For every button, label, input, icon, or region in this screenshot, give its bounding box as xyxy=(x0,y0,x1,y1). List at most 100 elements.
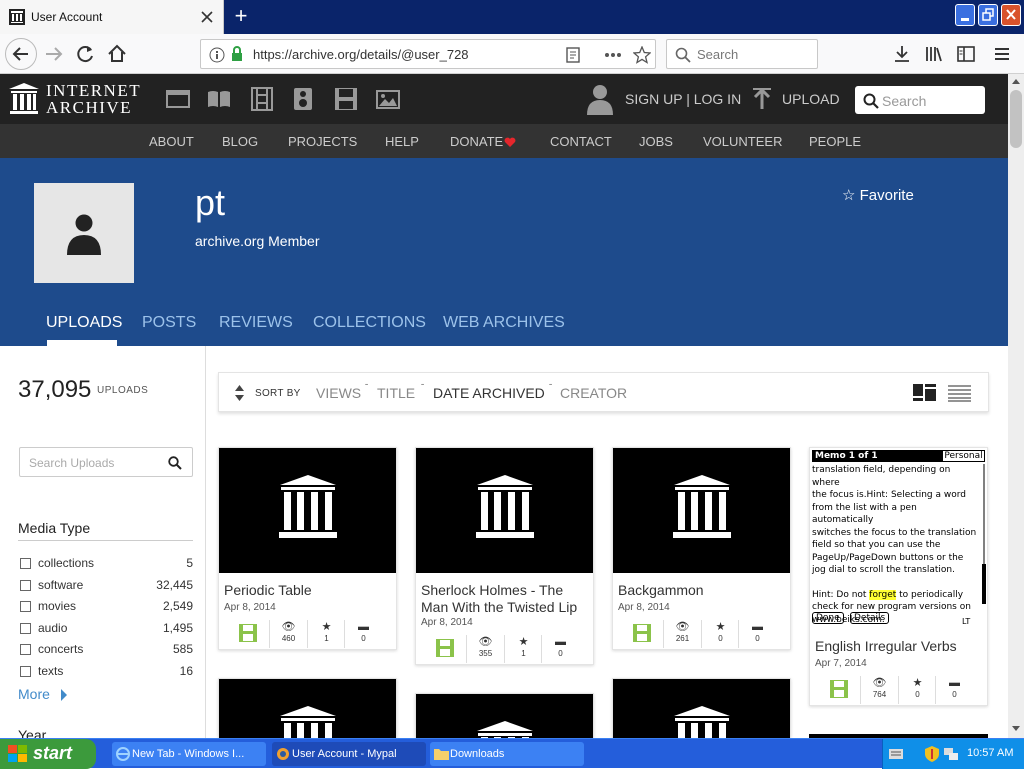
texts-book-icon[interactable] xyxy=(206,87,232,111)
facet-checkbox[interactable] xyxy=(20,580,31,591)
scroll-up-icon[interactable] xyxy=(1011,77,1021,85)
home-button[interactable] xyxy=(103,40,131,68)
library-icon[interactable] xyxy=(924,44,944,64)
item-thumbnail[interactable] xyxy=(219,679,396,739)
reader-view-icon[interactable] xyxy=(565,47,581,63)
search-uploads-input[interactable]: Search Uploads xyxy=(19,447,193,477)
audio-speaker-icon[interactable] xyxy=(290,87,316,111)
item-tile[interactable]: Periodic Table Apr 8, 2014 👁 460 ★ 1 ▬ 0 xyxy=(218,447,397,650)
window-close-button[interactable] xyxy=(1001,4,1021,26)
nav-jobs[interactable]: JOBS xyxy=(639,134,673,149)
favorite-button[interactable]: ☆ Favorite xyxy=(842,186,914,204)
tab-uploads[interactable]: UPLOADS xyxy=(46,314,122,332)
forward-button[interactable] xyxy=(40,40,68,68)
nav-people[interactable]: PEOPLE xyxy=(809,134,861,149)
facet-collections[interactable]: collections 5 xyxy=(19,556,193,572)
facet-concerts[interactable]: concerts 585 xyxy=(19,642,193,658)
more-facets-link[interactable]: More xyxy=(18,686,68,702)
facet-audio[interactable]: audio 1,495 xyxy=(19,621,193,637)
back-button[interactable] xyxy=(5,38,37,70)
info-icon[interactable] xyxy=(209,47,225,63)
signup-login-link[interactable]: SIGN UP | LOG IN xyxy=(625,91,741,107)
sort-views[interactable]: VIEWS xyxy=(316,385,361,401)
images-photo-icon[interactable] xyxy=(375,87,401,111)
bookmark-star-icon[interactable] xyxy=(633,46,651,64)
facet-checkbox[interactable] xyxy=(20,623,31,634)
browser-search-input[interactable]: Search xyxy=(666,39,818,69)
sidebar-toggle-icon[interactable] xyxy=(956,44,976,64)
new-tab-button[interactable]: + xyxy=(230,5,252,28)
downloads-icon[interactable] xyxy=(892,44,912,64)
tab-web-archives[interactable]: WEB ARCHIVES xyxy=(443,314,565,332)
start-button[interactable]: start xyxy=(0,739,96,769)
minimize-button[interactable] xyxy=(955,4,975,26)
item-tile[interactable] xyxy=(218,678,397,739)
facet-checkbox[interactable] xyxy=(20,644,31,655)
tab-posts[interactable]: POSTS xyxy=(142,314,196,332)
task-new-tab[interactable]: New Tab - Windows I... xyxy=(112,742,266,766)
restore-button[interactable] xyxy=(978,4,998,26)
close-tab-icon[interactable] xyxy=(201,11,213,23)
item-thumbnail[interactable] xyxy=(219,448,396,573)
sort-direction-icon[interactable] xyxy=(234,384,245,402)
archive-logo-text[interactable]: INTERNET ARCHIVE xyxy=(46,82,141,116)
nav-donate[interactable]: DONATE xyxy=(450,134,503,149)
scrollbar-thumb[interactable] xyxy=(1010,90,1022,148)
security-shield-icon[interactable] xyxy=(925,746,939,762)
facet-texts[interactable]: texts 16 xyxy=(19,664,193,680)
network-icon[interactable] xyxy=(943,746,959,762)
nav-contact[interactable]: CONTACT xyxy=(550,134,612,149)
url-bar[interactable]: https://archive.org/details/@user_728 xyxy=(200,39,656,69)
item-tile[interactable]: Memo 1 of 1 Personal translation field, … xyxy=(809,447,988,706)
item-thumbnail[interactable] xyxy=(613,448,790,573)
user-icon[interactable] xyxy=(586,83,614,115)
list-view-icon[interactable] xyxy=(948,384,972,402)
memo-line: the focus is.Hint: Selecting a word xyxy=(812,490,966,500)
task-downloads[interactable]: Downloads xyxy=(430,742,584,766)
tab-collections[interactable]: COLLECTIONS xyxy=(313,314,426,332)
item-thumbnail[interactable] xyxy=(416,448,593,573)
nav-projects[interactable]: PROJECTS xyxy=(288,134,357,149)
sort-creator[interactable]: CREATOR xyxy=(560,385,627,401)
tab-reviews[interactable]: REVIEWS xyxy=(219,314,293,332)
item-title[interactable]: Periodic Table xyxy=(224,582,392,599)
archive-logo-icon[interactable] xyxy=(9,83,39,115)
sort-title[interactable]: TITLE xyxy=(377,385,415,401)
task-user-account[interactable]: User Account - Mypal xyxy=(272,742,426,766)
sort-date-archived[interactable]: DATE ARCHIVED xyxy=(433,385,545,401)
item-tile[interactable] xyxy=(415,693,594,739)
tile-view-icon[interactable] xyxy=(913,384,937,402)
item-title[interactable]: Sherlock Holmes - The Man With the Twist… xyxy=(421,582,589,616)
item-thumbnail[interactable] xyxy=(416,694,593,739)
nav-volunteer[interactable]: VOLUNTEER xyxy=(703,134,782,149)
upload-icon[interactable] xyxy=(752,88,772,110)
facet-checkbox[interactable] xyxy=(20,558,31,569)
upload-link[interactable]: UPLOAD xyxy=(782,91,840,107)
nav-blog[interactable]: BLOG xyxy=(222,134,258,149)
reload-button[interactable] xyxy=(72,40,100,68)
item-title[interactable]: Backgammon xyxy=(618,582,786,599)
item-tile[interactable]: Sherlock Holmes - The Man With the Twist… xyxy=(415,447,594,665)
item-thumbnail[interactable] xyxy=(613,679,790,739)
software-floppy-icon[interactable] xyxy=(333,87,359,111)
keyboard-icon[interactable] xyxy=(889,748,903,760)
web-icon[interactable] xyxy=(165,87,191,111)
ia-search-input[interactable]: Search xyxy=(855,86,985,114)
search-icon[interactable] xyxy=(168,456,182,470)
hamburger-menu-icon[interactable] xyxy=(992,44,1012,64)
more-actions-icon[interactable] xyxy=(603,47,623,63)
facet-software[interactable]: software 32,445 xyxy=(19,578,193,594)
item-thumbnail[interactable]: Memo 1 of 1 Personal translation field, … xyxy=(810,448,987,629)
page-scrollbar[interactable] xyxy=(1008,74,1024,738)
scroll-down-icon[interactable] xyxy=(1011,725,1021,733)
item-tile[interactable]: Backgammon Apr 8, 2014 👁 261 ★ 0 ▬ 0 xyxy=(612,447,791,650)
nav-about[interactable]: ABOUT xyxy=(149,134,194,149)
facet-checkbox[interactable] xyxy=(20,666,31,677)
browser-tab[interactable]: User Account xyxy=(0,0,224,34)
item-tile[interactable] xyxy=(612,678,791,739)
facet-checkbox[interactable] xyxy=(20,601,31,612)
video-film-icon[interactable] xyxy=(249,87,275,111)
item-title[interactable]: English Irregular Verbs xyxy=(815,638,983,655)
nav-help[interactable]: HELP xyxy=(385,134,419,149)
facet-movies[interactable]: movies 2,549 xyxy=(19,599,193,615)
